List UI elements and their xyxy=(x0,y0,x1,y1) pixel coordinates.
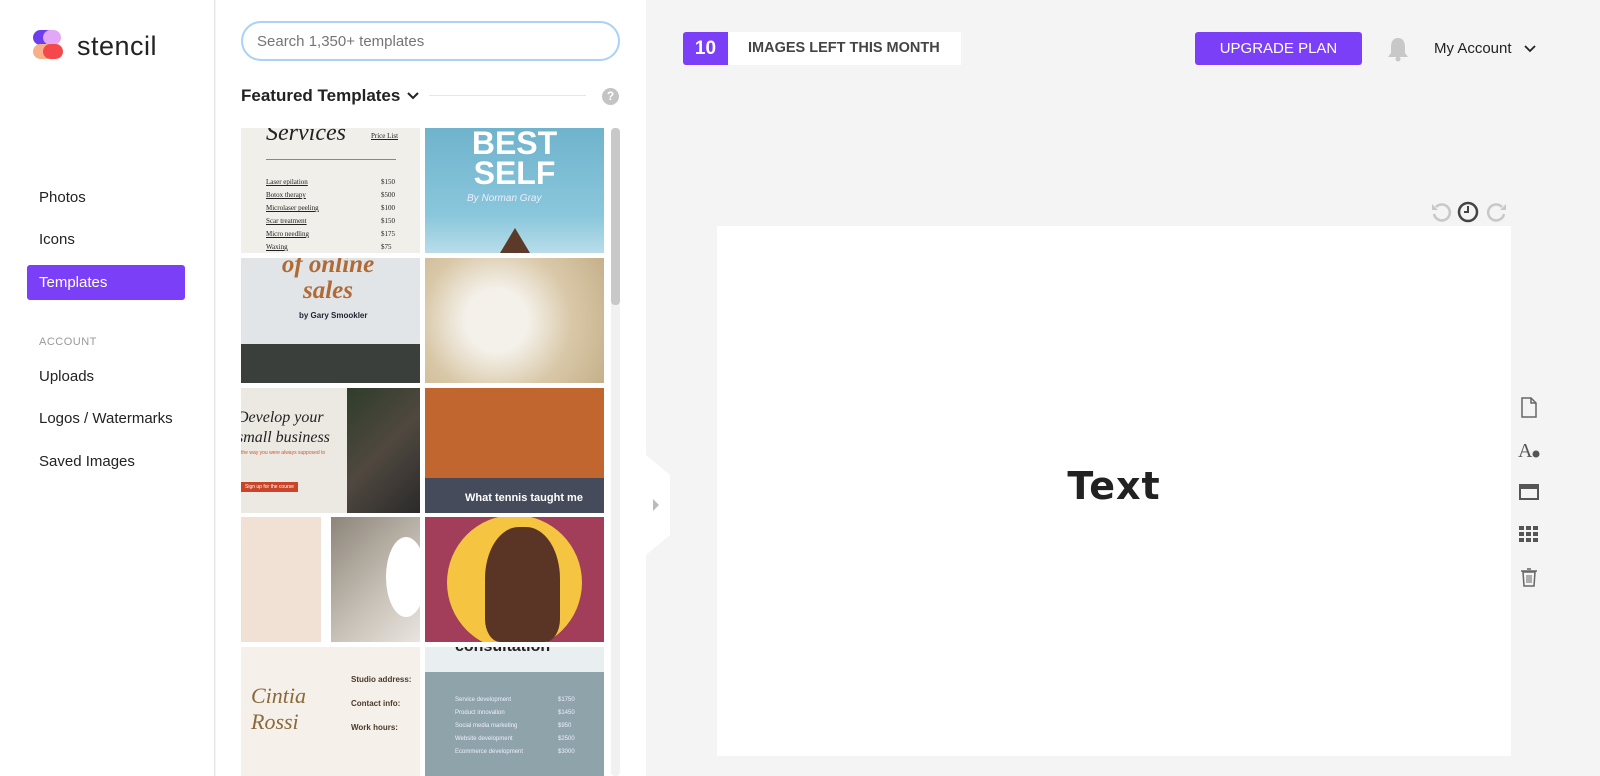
add-text-icon[interactable]: A xyxy=(1518,439,1540,461)
stencil-logo-icon xyxy=(33,30,65,62)
contact-field: Work hours: xyxy=(351,723,398,732)
bowl-image xyxy=(386,537,420,617)
sidebar-item-photos[interactable]: Photos xyxy=(27,180,185,215)
price-item: Micro needling xyxy=(266,230,309,238)
price-value: $75 xyxy=(381,243,392,251)
trash-icon[interactable] xyxy=(1518,566,1540,588)
sidebar-item-logos-watermarks[interactable]: Logos / Watermarks xyxy=(27,401,185,436)
sidebar-item-templates[interactable]: Templates xyxy=(27,265,185,300)
price-item: Waxing xyxy=(266,243,288,251)
collapse-panel-button[interactable] xyxy=(646,455,670,555)
template-thumbnail[interactable]: consultation Service development $1750 Pro… xyxy=(425,647,604,776)
price-value: $150 xyxy=(381,217,395,225)
sidebar-item-saved-images[interactable]: Saved Images xyxy=(27,444,185,479)
price-item: Microlaser peeling xyxy=(266,204,319,212)
templates-panel: Featured Templates ? Services Price List… xyxy=(216,0,646,776)
template-thumbnail[interactable] xyxy=(425,517,604,642)
template-title: Services xyxy=(266,128,346,146)
logo[interactable]: stencil xyxy=(33,30,157,62)
undo-icon[interactable] xyxy=(1430,201,1452,223)
frame-icon[interactable] xyxy=(1518,481,1540,503)
images-left-count: 10 xyxy=(683,32,728,65)
chevron-down-icon xyxy=(407,92,420,100)
scrollbar[interactable] xyxy=(611,128,620,776)
price-value: $1750 xyxy=(558,697,575,703)
template-thumbnail[interactable] xyxy=(331,517,420,642)
template-subtitle: By Norman Gray xyxy=(467,193,542,204)
upgrade-plan-button[interactable]: UPGRADE PLAN xyxy=(1195,32,1362,65)
template-thumbnail[interactable]: What tennis taught me xyxy=(425,388,604,513)
template-thumbnail[interactable] xyxy=(241,517,321,642)
divider xyxy=(429,95,586,96)
page-icon[interactable] xyxy=(1518,396,1540,418)
price-value: $175 xyxy=(381,230,395,238)
price-value: $150 xyxy=(381,178,395,186)
logo-text: stencil xyxy=(77,30,158,61)
template-title: What tennis taught me xyxy=(465,492,583,504)
template-title: consultation xyxy=(455,647,550,656)
template-subtitle: by Gary Smookler xyxy=(299,311,368,320)
price-item: Product innovation xyxy=(455,710,505,716)
price-item: Botox therapy xyxy=(266,191,306,199)
portrait-person xyxy=(485,527,560,642)
price-value: $1450 xyxy=(558,710,575,716)
price-value: $950 xyxy=(558,723,572,729)
bell-icon[interactable] xyxy=(1386,36,1410,62)
template-thumbnail[interactable]: Services Price List Laser epilation $150 B… xyxy=(241,128,420,253)
template-title: Cintia Rossi xyxy=(251,683,307,734)
chevron-down-icon xyxy=(1524,45,1536,53)
price-item: Ecommerce development xyxy=(455,749,524,755)
template-title: BEST SELF xyxy=(471,128,558,191)
canvas-text-element[interactable]: Text xyxy=(717,464,1511,508)
price-value: $3000 xyxy=(558,749,575,755)
featured-templates-dropdown[interactable]: Featured Templates xyxy=(241,86,420,106)
price-value: $2500 xyxy=(558,736,575,742)
contact-field: Studio address: xyxy=(351,675,412,684)
svg-text:A: A xyxy=(1518,440,1533,461)
template-thumbnail[interactable]: of online sales by Gary Smookler xyxy=(241,258,420,383)
woman-photo xyxy=(347,388,420,513)
redo-icon[interactable] xyxy=(1486,201,1508,223)
template-title: of online sales xyxy=(281,258,375,304)
search-input[interactable] xyxy=(241,21,620,61)
template-thumbnail[interactable]: BEST SELF By Norman Gray xyxy=(425,128,604,253)
laptop-photo xyxy=(241,344,420,383)
template-subtitle: the way you were always supposed to xyxy=(241,450,326,456)
price-item: Scar treatment xyxy=(266,217,307,225)
template-cta: Sign up for the course xyxy=(241,482,298,492)
sidebar-item-uploads[interactable]: Uploads xyxy=(27,359,185,394)
price-value: $500 xyxy=(381,191,395,199)
grid-icon[interactable] xyxy=(1518,523,1540,545)
account-menu[interactable]: My Account xyxy=(1434,40,1536,57)
images-left-label: IMAGES LEFT THIS MONTH xyxy=(728,32,961,65)
price-item: Social media marketing xyxy=(455,723,518,729)
design-canvas[interactable]: Text xyxy=(717,226,1511,756)
template-thumbnail[interactable]: Cintia Rossi Studio address: Contact info… xyxy=(241,647,420,776)
contact-field: Contact info: xyxy=(351,699,401,708)
price-item: Website development xyxy=(455,736,513,742)
price-item: Laser epilation xyxy=(266,178,308,186)
price-value: $100 xyxy=(381,204,395,212)
sidebar: stencil Photos Icons Templates ACCOUNT U… xyxy=(0,0,215,776)
template-thumbnail[interactable] xyxy=(425,258,604,383)
featured-templates-heading: Featured Templates xyxy=(241,86,401,105)
divider xyxy=(266,159,396,160)
template-thumbnail[interactable]: Develop your small business the way you … xyxy=(241,388,420,513)
account-label: My Account xyxy=(1434,40,1512,57)
history-icon[interactable] xyxy=(1457,201,1479,223)
template-subtitle: Price List xyxy=(371,132,399,140)
template-title: Develop your small business xyxy=(241,409,330,446)
price-item: Service development xyxy=(455,697,512,703)
account-section-label: ACCOUNT xyxy=(39,336,97,348)
sidebar-item-icons[interactable]: Icons xyxy=(27,222,185,257)
scrollbar-thumb[interactable] xyxy=(611,128,620,305)
help-icon[interactable]: ? xyxy=(602,88,619,105)
building-image xyxy=(500,228,530,253)
caret-right-icon xyxy=(653,499,659,511)
